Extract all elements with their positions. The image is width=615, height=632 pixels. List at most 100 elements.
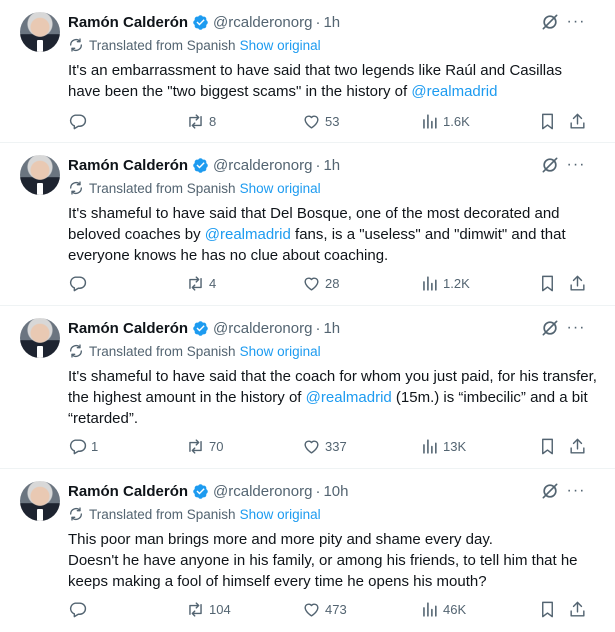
author-name[interactable]: Ramón Calderón: [68, 157, 188, 174]
timestamp[interactable]: 1h: [323, 320, 340, 337]
share-icon: [570, 113, 585, 129]
like-button[interactable]: 473: [302, 598, 347, 620]
views-count: 46K: [443, 601, 467, 617]
bookmark-button[interactable]: [538, 598, 557, 620]
bookmark-button[interactable]: [538, 435, 557, 457]
reply-button[interactable]: [68, 272, 91, 294]
repost-count: 4: [209, 275, 217, 291]
translated-label: Translated from Spanish: [89, 506, 236, 522]
tweet[interactable]: Ramón Calderón @rcalderonorg · 1h ··· Tr…: [0, 306, 615, 469]
views-button[interactable]: 1.2K: [420, 272, 470, 294]
verified-badge-icon: [193, 320, 208, 336]
like-button[interactable]: 337: [302, 435, 347, 457]
tweet-actions: 1 70 337 13K: [68, 435, 598, 457]
views-button[interactable]: 46K: [420, 598, 466, 620]
bookmark-button[interactable]: [538, 272, 557, 294]
avatar[interactable]: [20, 155, 60, 195]
repost-button[interactable]: 8: [186, 110, 216, 132]
author-name[interactable]: Ramón Calderón: [68, 14, 188, 31]
views-button[interactable]: 13K: [420, 435, 466, 457]
tweet-actions: 4 28 1.2K: [68, 272, 598, 294]
share-button[interactable]: [568, 272, 587, 294]
repost-icon: [189, 601, 202, 617]
separator-dot: ·: [315, 319, 321, 337]
like-count: 473: [325, 601, 347, 617]
reply-count: 1: [91, 438, 99, 454]
tweet-text: It's shameful to have said that the coac…: [68, 366, 598, 429]
bookmark-button[interactable]: [538, 110, 557, 132]
reply-button[interactable]: [68, 598, 91, 620]
share-button[interactable]: [568, 435, 587, 457]
timestamp[interactable]: 10h: [323, 483, 348, 500]
show-original-link[interactable]: Show original: [240, 507, 321, 522]
like-count: 53: [325, 113, 340, 129]
like-button[interactable]: 53: [302, 110, 339, 132]
tweet[interactable]: Ramón Calderón @rcalderonorg · 1h ··· Tr…: [0, 0, 615, 143]
share-button[interactable]: [568, 598, 587, 620]
timestamp[interactable]: 1h: [323, 157, 340, 174]
more-icon[interactable]: ···: [566, 12, 586, 32]
author-name[interactable]: Ramón Calderón: [68, 483, 188, 500]
tweet-header: Ramón Calderón @rcalderonorg · 1h: [68, 12, 340, 32]
views-icon: [423, 113, 437, 129]
reply-icon: [69, 438, 87, 454]
translation-note: Translated from Spanish Show original: [68, 179, 321, 197]
repost-button[interactable]: 104: [186, 598, 231, 620]
repost-button[interactable]: 70: [186, 435, 223, 457]
reply-button[interactable]: 1: [68, 435, 98, 457]
repost-count: 8: [209, 113, 217, 129]
like-button[interactable]: 28: [302, 272, 339, 294]
separator-dot: ·: [315, 156, 321, 174]
mention-link[interactable]: @realmadrid: [306, 389, 392, 406]
author-handle[interactable]: @rcalderonorg: [213, 157, 312, 174]
tweet-actions: 104 473 46K: [68, 598, 598, 620]
like-icon: [304, 115, 319, 129]
more-icon[interactable]: ···: [566, 155, 586, 175]
mention-link[interactable]: @realmadrid: [205, 226, 291, 243]
translated-label: Translated from Spanish: [89, 343, 236, 359]
tweet-text-segment: Doesn't he have anyone in his family, or…: [68, 552, 578, 590]
timestamp[interactable]: 1h: [323, 14, 340, 31]
share-icon: [570, 275, 585, 291]
share-icon: [570, 438, 585, 454]
tweet-text: It's shameful to have said that Del Bosq…: [68, 203, 598, 266]
tweet[interactable]: Ramón Calderón @rcalderonorg · 1h ··· Tr…: [0, 143, 615, 306]
bookmark-icon: [542, 438, 553, 454]
share-button[interactable]: [568, 110, 587, 132]
grok-icon[interactable]: [540, 481, 560, 501]
grok-icon[interactable]: [540, 155, 560, 175]
tweet-header: Ramón Calderón @rcalderonorg · 1h: [68, 155, 340, 175]
more-icon[interactable]: ···: [566, 318, 586, 338]
avatar[interactable]: [20, 318, 60, 358]
grok-icon[interactable]: [540, 12, 560, 32]
more-icon[interactable]: ···: [566, 481, 586, 501]
verified-badge-icon: [193, 14, 208, 30]
like-icon: [304, 440, 319, 454]
bookmark-icon: [542, 113, 553, 129]
like-icon: [304, 603, 319, 617]
views-count: 1.6K: [443, 113, 470, 129]
author-handle[interactable]: @rcalderonorg: [213, 320, 312, 337]
repost-button[interactable]: 4: [186, 272, 216, 294]
tweet[interactable]: Ramón Calderón @rcalderonorg · 10h ··· T…: [0, 469, 615, 632]
author-handle[interactable]: @rcalderonorg: [213, 14, 312, 31]
translate-icon: [70, 507, 82, 521]
show-original-link[interactable]: Show original: [240, 181, 321, 196]
show-original-link[interactable]: Show original: [240, 344, 321, 359]
author-name[interactable]: Ramón Calderón: [68, 320, 188, 337]
verified-badge-icon: [193, 157, 208, 173]
views-button[interactable]: 1.6K: [420, 110, 470, 132]
grok-icon[interactable]: [540, 318, 560, 338]
repost-icon: [189, 275, 202, 291]
tweet-text: It's an embarrassment to have said that …: [68, 60, 598, 102]
avatar[interactable]: [20, 481, 60, 521]
views-count: 13K: [443, 438, 467, 454]
mention-link[interactable]: @realmadrid: [411, 83, 497, 100]
author-handle[interactable]: @rcalderonorg: [213, 483, 312, 500]
reply-button[interactable]: [68, 110, 91, 132]
tweet-header: Ramón Calderón @rcalderonorg · 10h: [68, 481, 349, 501]
repost-count: 104: [209, 601, 231, 617]
avatar[interactable]: [20, 12, 60, 52]
show-original-link[interactable]: Show original: [240, 38, 321, 53]
views-icon: [423, 601, 437, 617]
